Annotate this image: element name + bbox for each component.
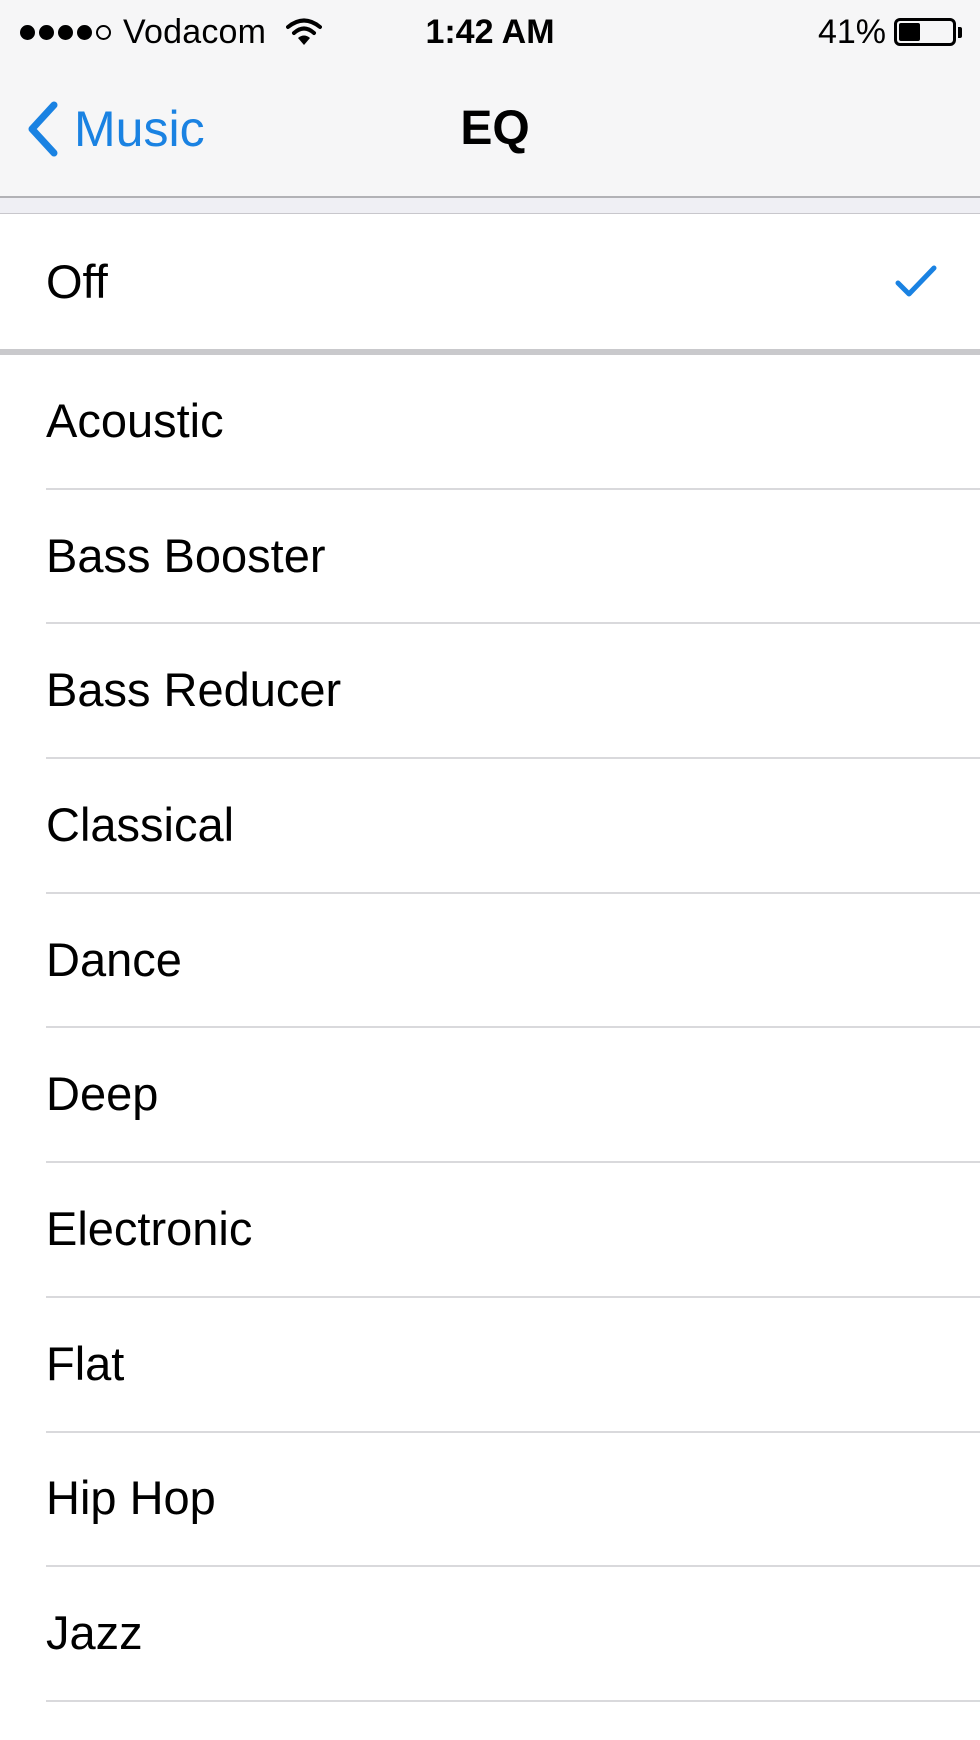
eq-option-row[interactable]: Jazz	[0, 1567, 980, 1702]
wifi-icon	[286, 18, 323, 45]
eq-option-row[interactable]: Hip Hop	[0, 1433, 980, 1568]
signal-dot	[20, 24, 35, 40]
battery-level-fill	[899, 23, 920, 41]
eq-option-label: Hip Hop	[46, 1471, 216, 1525]
eq-option-row[interactable]: Dance	[0, 894, 980, 1029]
status-bar: Vodacom 1:42 AM 41%	[0, 0, 980, 62]
eq-option-label: Dance	[46, 932, 182, 986]
eq-option-label: Jazz	[46, 1606, 143, 1660]
eq-option-row[interactable]: Acoustic	[0, 355, 980, 490]
eq-settings-screen: Vodacom 1:42 AM 41% Music EQ Off Acousti…	[0, 0, 980, 1740]
battery-percent: 41%	[817, 12, 886, 51]
eq-option-label: Flat	[46, 1336, 125, 1390]
eq-option-label: Acoustic	[46, 393, 224, 447]
signal-dot	[77, 24, 92, 40]
eq-option-label: Deep	[46, 1067, 159, 1121]
signal-dot	[39, 24, 54, 40]
battery-tip	[958, 26, 962, 38]
eq-option-row[interactable]: Classical	[0, 759, 980, 894]
eq-option-row[interactable]: Electronic	[0, 1163, 980, 1298]
eq-option-row[interactable]: Deep	[0, 1028, 980, 1163]
page-title: EQ	[460, 102, 530, 155]
eq-option-row[interactable]: Bass Booster	[0, 490, 980, 625]
signal-dot-empty	[96, 24, 111, 40]
group-spacer	[0, 198, 980, 214]
navigation-bar: Music EQ	[0, 62, 980, 198]
eq-option-off[interactable]: Off	[0, 214, 980, 349]
eq-preset-list: Acoustic Bass Booster Bass Reducer Classica…	[0, 355, 980, 1702]
battery-icon	[894, 18, 956, 46]
eq-option-row[interactable]: Bass Reducer	[0, 624, 980, 759]
eq-option-label: Bass Reducer	[46, 663, 342, 717]
signal-strength-icon	[20, 24, 111, 40]
eq-option-label: Electronic	[46, 1201, 253, 1255]
eq-option-row[interactable]: Flat	[0, 1298, 980, 1433]
checkmark-icon	[895, 265, 937, 296]
eq-option-label: Off	[46, 255, 108, 308]
status-left: Vodacom	[20, 8, 323, 56]
eq-option-label: Bass Booster	[46, 528, 326, 582]
status-right: 41%	[818, 8, 962, 56]
carrier-name: Vodacom	[123, 12, 267, 51]
eq-option-label: Classical	[46, 797, 235, 851]
signal-dot	[58, 24, 73, 40]
